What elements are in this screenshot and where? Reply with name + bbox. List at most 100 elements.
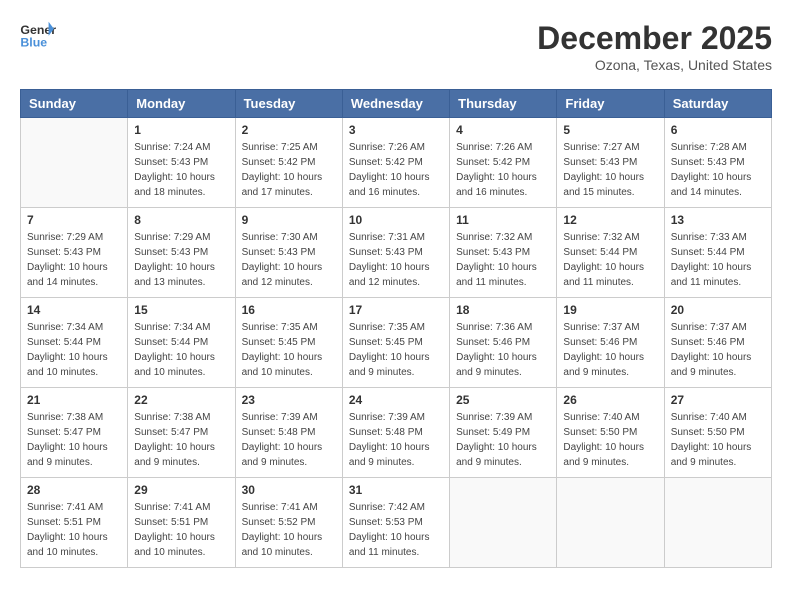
calendar-cell: 5 Sunrise: 7:27 AMSunset: 5:43 PMDaylight… [557, 118, 664, 208]
day-number: 29 [134, 483, 228, 497]
day-number: 25 [456, 393, 550, 407]
day-number: 4 [456, 123, 550, 137]
week-row-4: 21 Sunrise: 7:38 AMSunset: 5:47 PMDayligh… [21, 388, 772, 478]
svg-text:Blue: Blue [20, 35, 47, 49]
day-info: Sunrise: 7:39 AMSunset: 5:48 PMDaylight:… [349, 410, 443, 470]
col-header-friday: Friday [557, 90, 664, 118]
col-header-thursday: Thursday [450, 90, 557, 118]
calendar-cell: 16 Sunrise: 7:35 AMSunset: 5:45 PMDayligh… [235, 298, 342, 388]
day-number: 2 [242, 123, 336, 137]
calendar-cell [21, 118, 128, 208]
day-number: 11 [456, 213, 550, 227]
day-number: 26 [563, 393, 657, 407]
calendar-cell: 9 Sunrise: 7:30 AMSunset: 5:43 PMDaylight… [235, 208, 342, 298]
day-info: Sunrise: 7:41 AMSunset: 5:51 PMDaylight:… [134, 500, 228, 560]
calendar-cell: 2 Sunrise: 7:25 AMSunset: 5:42 PMDaylight… [235, 118, 342, 208]
day-info: Sunrise: 7:33 AMSunset: 5:44 PMDaylight:… [671, 230, 765, 290]
calendar-cell: 28Sunrise: 7:41 AMSunset: 5:51 PMDayligh… [21, 478, 128, 568]
day-info: Sunrise: 7:37 AMSunset: 5:46 PMDaylight:… [671, 320, 765, 380]
calendar-cell: 22Sunrise: 7:38 AMSunset: 5:47 PMDayligh… [128, 388, 235, 478]
col-header-saturday: Saturday [664, 90, 771, 118]
calendar-cell: 25 Sunrise: 7:39 AMSunset: 5:49 PMDayligh… [450, 388, 557, 478]
month-title: December 2025 [537, 20, 772, 57]
calendar-cell: 15 Sunrise: 7:34 AMSunset: 5:44 PMDayligh… [128, 298, 235, 388]
week-row-2: 7 Sunrise: 7:29 AMSunset: 5:43 PMDaylight… [21, 208, 772, 298]
col-header-wednesday: Wednesday [342, 90, 449, 118]
calendar-cell: 31Sunrise: 7:42 AMSunset: 5:53 PMDayligh… [342, 478, 449, 568]
day-info: Sunrise: 7:34 AMSunset: 5:44 PMDaylight:… [134, 320, 228, 380]
day-info: Sunrise: 7:28 AMSunset: 5:43 PMDaylight:… [671, 140, 765, 200]
day-number: 23 [242, 393, 336, 407]
calendar-cell: 11 Sunrise: 7:32 AMSunset: 5:43 PMDayligh… [450, 208, 557, 298]
calendar-cell [664, 478, 771, 568]
day-info: Sunrise: 7:36 AMSunset: 5:46 PMDaylight:… [456, 320, 550, 380]
day-info: Sunrise: 7:25 AMSunset: 5:42 PMDaylight:… [242, 140, 336, 200]
day-number: 8 [134, 213, 228, 227]
calendar-cell: 27 Sunrise: 7:40 AMSunset: 5:50 PMDayligh… [664, 388, 771, 478]
col-header-tuesday: Tuesday [235, 90, 342, 118]
day-number: 5 [563, 123, 657, 137]
day-info: Sunrise: 7:35 AMSunset: 5:45 PMDaylight:… [242, 320, 336, 380]
day-info: Sunrise: 7:30 AMSunset: 5:43 PMDaylight:… [242, 230, 336, 290]
col-header-monday: Monday [128, 90, 235, 118]
calendar-cell: 23 Sunrise: 7:39 AMSunset: 5:48 PMDayligh… [235, 388, 342, 478]
day-number: 27 [671, 393, 765, 407]
calendar-cell: 14Sunrise: 7:34 AMSunset: 5:44 PMDayligh… [21, 298, 128, 388]
calendar-cell: 1Sunrise: 7:24 AMSunset: 5:43 PMDaylight… [128, 118, 235, 208]
calendar-cell: 29 Sunrise: 7:41 AMSunset: 5:51 PMDayligh… [128, 478, 235, 568]
logo-icon: General Blue [20, 20, 56, 50]
day-info: Sunrise: 7:31 AMSunset: 5:43 PMDaylight:… [349, 230, 443, 290]
calendar-cell: 24 Sunrise: 7:39 AMSunset: 5:48 PMDayligh… [342, 388, 449, 478]
calendar-cell: 10Sunrise: 7:31 AMSunset: 5:43 PMDayligh… [342, 208, 449, 298]
calendar-cell: 30 Sunrise: 7:41 AMSunset: 5:52 PMDayligh… [235, 478, 342, 568]
day-info: Sunrise: 7:29 AMSunset: 5:43 PMDaylight:… [27, 230, 121, 290]
calendar-cell: 19Sunrise: 7:37 AMSunset: 5:46 PMDayligh… [557, 298, 664, 388]
day-number: 3 [349, 123, 443, 137]
day-number: 30 [242, 483, 336, 497]
day-number: 24 [349, 393, 443, 407]
day-info: Sunrise: 7:38 AMSunset: 5:47 PMDaylight:… [27, 410, 121, 470]
location: Ozona, Texas, United States [537, 57, 772, 73]
calendar-cell: 7 Sunrise: 7:29 AMSunset: 5:43 PMDaylight… [21, 208, 128, 298]
day-info: Sunrise: 7:34 AMSunset: 5:44 PMDaylight:… [27, 320, 121, 380]
day-number: 15 [134, 303, 228, 317]
day-number: 31 [349, 483, 443, 497]
logo: General Blue [20, 20, 56, 50]
day-info: Sunrise: 7:32 AMSunset: 5:43 PMDaylight:… [456, 230, 550, 290]
day-info: Sunrise: 7:26 AMSunset: 5:42 PMDaylight:… [456, 140, 550, 200]
day-number: 1 [134, 123, 228, 137]
calendar-cell: 13 Sunrise: 7:33 AMSunset: 5:44 PMDayligh… [664, 208, 771, 298]
calendar-cell: 18 Sunrise: 7:36 AMSunset: 5:46 PMDayligh… [450, 298, 557, 388]
day-number: 20 [671, 303, 765, 317]
week-row-3: 14Sunrise: 7:34 AMSunset: 5:44 PMDayligh… [21, 298, 772, 388]
day-info: Sunrise: 7:27 AMSunset: 5:43 PMDaylight:… [563, 140, 657, 200]
calendar-cell [450, 478, 557, 568]
day-info: Sunrise: 7:40 AMSunset: 5:50 PMDaylight:… [671, 410, 765, 470]
day-number: 6 [671, 123, 765, 137]
day-info: Sunrise: 7:26 AMSunset: 5:42 PMDaylight:… [349, 140, 443, 200]
day-number: 12 [563, 213, 657, 227]
calendar-cell: 6 Sunrise: 7:28 AMSunset: 5:43 PMDaylight… [664, 118, 771, 208]
day-info: Sunrise: 7:29 AMSunset: 5:43 PMDaylight:… [134, 230, 228, 290]
day-info: Sunrise: 7:32 AMSunset: 5:44 PMDaylight:… [563, 230, 657, 290]
day-number: 18 [456, 303, 550, 317]
day-info: Sunrise: 7:41 AMSunset: 5:51 PMDaylight:… [27, 500, 121, 560]
day-number: 21 [27, 393, 121, 407]
day-number: 17 [349, 303, 443, 317]
page-header: General Blue December 2025 Ozona, Texas,… [20, 20, 772, 73]
day-info: Sunrise: 7:39 AMSunset: 5:48 PMDaylight:… [242, 410, 336, 470]
calendar-table: SundayMondayTuesdayWednesdayThursdayFrid… [20, 89, 772, 568]
calendar-cell: 12 Sunrise: 7:32 AMSunset: 5:44 PMDayligh… [557, 208, 664, 298]
calendar-cell: 20 Sunrise: 7:37 AMSunset: 5:46 PMDayligh… [664, 298, 771, 388]
week-row-5: 28Sunrise: 7:41 AMSunset: 5:51 PMDayligh… [21, 478, 772, 568]
calendar-cell: 3 Sunrise: 7:26 AMSunset: 5:42 PMDaylight… [342, 118, 449, 208]
day-info: Sunrise: 7:41 AMSunset: 5:52 PMDaylight:… [242, 500, 336, 560]
calendar-cell [557, 478, 664, 568]
day-number: 9 [242, 213, 336, 227]
day-number: 13 [671, 213, 765, 227]
day-info: Sunrise: 7:37 AMSunset: 5:46 PMDaylight:… [563, 320, 657, 380]
day-number: 16 [242, 303, 336, 317]
day-number: 7 [27, 213, 121, 227]
day-info: Sunrise: 7:39 AMSunset: 5:49 PMDaylight:… [456, 410, 550, 470]
title-block: December 2025 Ozona, Texas, United State… [537, 20, 772, 73]
